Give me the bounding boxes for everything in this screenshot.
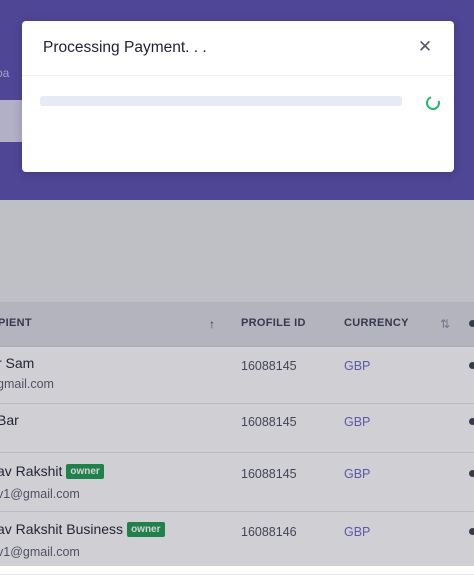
modal-divider: [22, 75, 454, 76]
loading-spinner-icon: [423, 93, 443, 113]
modal-title: Processing Payment. . .: [43, 39, 207, 56]
close-icon[interactable]: ✕: [414, 36, 436, 58]
processing-payment-modal: Processing Payment. . . ✕: [22, 21, 454, 172]
payment-progress-bar: [40, 96, 402, 106]
progress-fill: [40, 96, 402, 106]
